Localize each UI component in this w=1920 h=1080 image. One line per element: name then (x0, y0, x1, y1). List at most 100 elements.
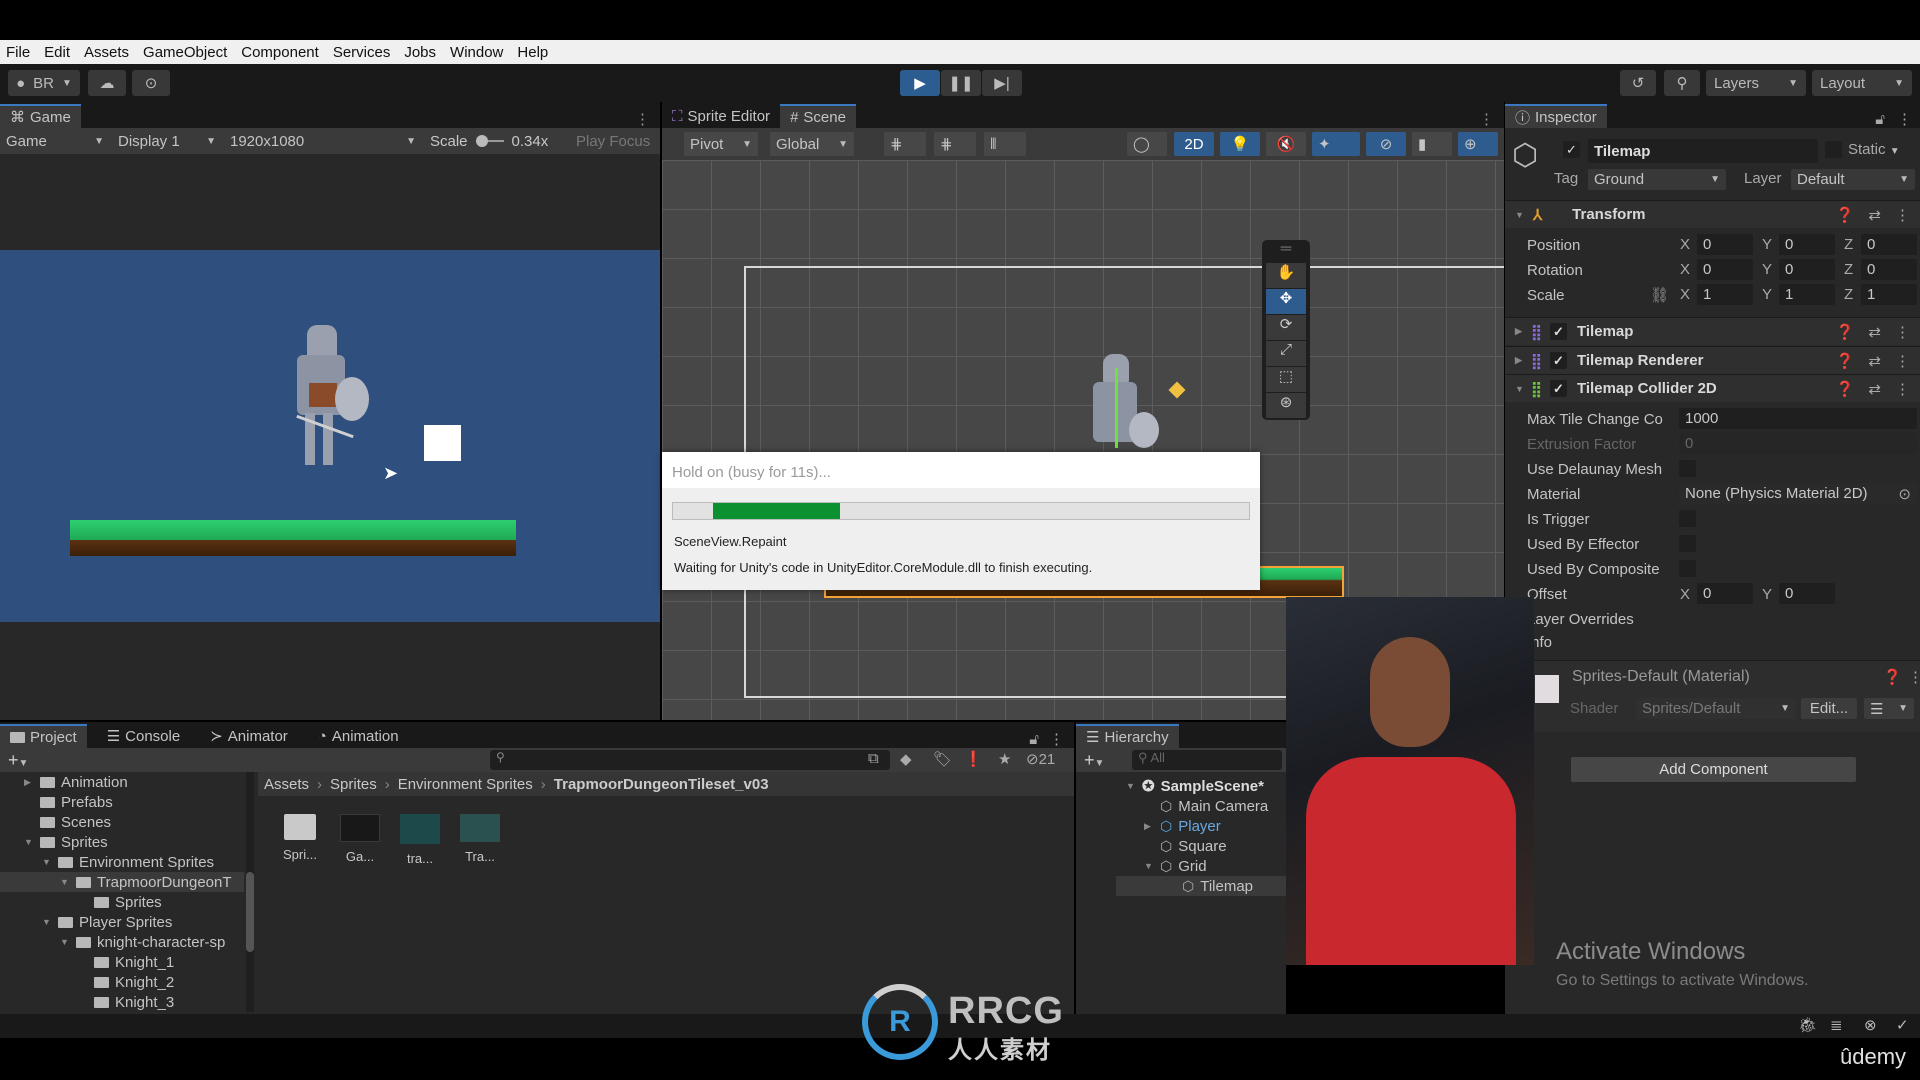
more-options-icon[interactable]: ⋮ (1895, 323, 1910, 341)
menu-help[interactable]: Help (517, 44, 548, 61)
tab-animator[interactable]: ≻ Animator (200, 724, 298, 748)
add-component-button[interactable]: Add Component (1571, 757, 1856, 782)
project-tree-item[interactable]: Knight_3 (78, 992, 174, 1012)
menu-window[interactable]: Window (450, 44, 503, 61)
display-dropdown[interactable]: Display 1 ▼ (112, 129, 222, 153)
more-options-icon[interactable]: ⋮ (1479, 110, 1494, 128)
layer-dropdown[interactable]: Default ▼ (1791, 169, 1915, 190)
expand-arrow-icon[interactable]: ▶ (1144, 821, 1154, 832)
project-tree-item[interactable]: Knight_2 (78, 972, 174, 992)
menu-edit[interactable]: Edit (44, 44, 70, 61)
visibility-toggle[interactable]: ⊘ (1366, 132, 1406, 156)
tilemap-enabled-checkbox[interactable]: ✓ (1550, 323, 1567, 340)
menu-file[interactable]: File (6, 44, 30, 61)
label-icon[interactable]: 🏷︎ (933, 750, 952, 768)
asset-item[interactable]: Tra... (460, 814, 500, 867)
trigger-checkbox[interactable] (1679, 510, 1696, 527)
lighting-toggle[interactable]: 💡 (1220, 132, 1260, 156)
asset-item[interactable]: Spri... (280, 814, 320, 867)
static-checkbox[interactable] (1825, 141, 1842, 158)
layer-overrides-foldout[interactable]: Layer Overrides (1527, 607, 1634, 631)
project-tree-item[interactable]: Knight_1 (78, 952, 174, 972)
edit-shader-button[interactable]: Edit... (1801, 698, 1857, 719)
check-icon[interactable]: ✓ (1896, 1016, 1909, 1034)
asset-item[interactable]: tra... (400, 814, 440, 867)
more-options-icon[interactable]: ⋮ (1895, 206, 1910, 224)
tab-game[interactable]: ⌘ Game (0, 104, 81, 128)
menu-component[interactable]: Component (241, 44, 319, 61)
project-tree-item[interactable]: Sprites (78, 892, 162, 912)
active-checkbox[interactable]: ✓ (1563, 141, 1580, 158)
tab-project[interactable]: Project (0, 724, 87, 748)
tag-dropdown[interactable]: Ground ▼ (1588, 169, 1726, 190)
menu-services[interactable]: Services (333, 44, 391, 61)
shader-dropdown[interactable]: Sprites/Default ▼ (1636, 698, 1796, 719)
2d-toggle[interactable]: 2D (1174, 132, 1214, 156)
rotation-x-field[interactable]: 0 (1697, 259, 1753, 280)
expand-arrow-icon[interactable]: ▶ (24, 777, 34, 788)
object-name-field[interactable]: Tilemap (1588, 139, 1818, 163)
pivot-dropdown[interactable]: Pivot ▼ (684, 132, 758, 156)
layout-dropdown[interactable]: Layout ▼ (1812, 70, 1912, 96)
pause-button[interactable]: ❚❚ (941, 70, 981, 96)
collab-button[interactable]: ⊙ (132, 70, 170, 96)
more-options-icon[interactable]: ⋮ (1895, 380, 1910, 398)
position-z-field[interactable]: 0 (1861, 234, 1917, 255)
project-tree-item[interactable]: Prefabs (24, 792, 113, 812)
hand-tool[interactable]: ✋ (1266, 263, 1306, 288)
auto-generate-lighting-icon[interactable]: ⊗ (1864, 1016, 1877, 1034)
project-tree-item[interactable]: ▼ Sprites (24, 832, 108, 852)
tilemap-collider-enabled-checkbox[interactable]: ✓ (1550, 380, 1567, 397)
breadcrumb-environment-sprites[interactable]: Environment Sprites (398, 776, 533, 793)
audio-toggle[interactable]: 🔇 (1266, 132, 1306, 156)
play-focus-dropdown[interactable]: Play Focus (576, 133, 650, 150)
move-gizmo-y-axis[interactable] (1115, 368, 1118, 448)
lock-icon[interactable]: 🔓︎ (1029, 731, 1039, 748)
layers-dropdown[interactable]: Layers ▼ (1706, 70, 1806, 96)
collapse-arrow-icon[interactable]: ▼ (24, 837, 34, 847)
resolution-dropdown[interactable]: 1920x1080 ▼ (224, 129, 422, 153)
object-picker-icon[interactable]: ⊙ (1898, 485, 1911, 503)
help-icon[interactable]: ❓ (1883, 668, 1902, 686)
help-icon[interactable]: ❓ (1836, 380, 1855, 398)
more-options-icon[interactable]: ⋮ (1897, 110, 1912, 128)
cloud-button[interactable]: ☁ (88, 70, 126, 96)
scale-z-field[interactable]: 1 (1861, 284, 1917, 305)
menu-jobs[interactable]: Jobs (404, 44, 436, 61)
preset-icon[interactable]: ⇄ (1868, 206, 1881, 224)
project-tree-item[interactable]: Scenes (24, 812, 111, 832)
more-options-icon[interactable]: ⋮ (635, 110, 650, 128)
collapse-arrow-icon[interactable]: ▼ (60, 877, 70, 887)
delaunay-checkbox[interactable] (1679, 460, 1696, 477)
project-tree-item[interactable]: ▼ TrapmoorDungeonT (0, 872, 244, 892)
grid-snap-button[interactable]: ⋕ (884, 132, 926, 156)
tab-inspector[interactable]: ⓘ Inspector (1505, 104, 1607, 128)
rect-tool[interactable]: ⬚ (1266, 367, 1306, 392)
effects-toggle[interactable]: ✦ (1312, 132, 1360, 156)
camera-dropdown[interactable]: ▮ (1412, 132, 1452, 156)
search-button[interactable]: ⚲ (1664, 70, 1700, 96)
hidden-packages-toggle[interactable]: ⊘21 (1026, 750, 1055, 768)
breadcrumb-sprites[interactable]: Sprites (330, 776, 377, 793)
scale-y-field[interactable]: 1 (1779, 284, 1835, 305)
preset-icon[interactable]: ⇄ (1868, 352, 1881, 370)
cache-server-icon[interactable]: ≣ (1830, 1016, 1843, 1034)
more-options-icon[interactable]: ⋮ (1049, 730, 1064, 748)
align-button[interactable]: ⦀ (984, 132, 1026, 156)
gizmos-dropdown[interactable]: ⊕ (1458, 132, 1498, 156)
position-y-field[interactable]: 0 (1779, 234, 1835, 255)
increment-snap-button[interactable]: ⋕ (934, 132, 976, 156)
hierarchy-item[interactable]: ▼ ⬡ Grid (1144, 856, 1207, 876)
create-button[interactable]: +▼ (8, 750, 28, 771)
scale-tool[interactable]: ⤢ (1266, 341, 1306, 366)
preset-icon[interactable]: ⇄ (1868, 323, 1881, 341)
search-by-type-icon[interactable]: ⧉ (868, 750, 879, 767)
project-tree-item[interactable]: ▼ Environment Sprites (42, 852, 214, 872)
static-dropdown[interactable]: Static ▼ (1848, 141, 1900, 158)
effector-checkbox[interactable] (1679, 535, 1696, 552)
tilemap-component-header[interactable]: ▶ ⣿ ✓ Tilemap ❓ ⇄ ⋮ (1505, 317, 1920, 345)
project-tree-item[interactable]: ▼ knight-character-sp (60, 932, 225, 952)
breadcrumb-current[interactable]: TrapmoorDungeonTileset_v03 (554, 776, 769, 793)
tab-console[interactable]: ☰ Console (97, 724, 191, 748)
preset-icon[interactable]: ⇄ (1868, 380, 1881, 398)
